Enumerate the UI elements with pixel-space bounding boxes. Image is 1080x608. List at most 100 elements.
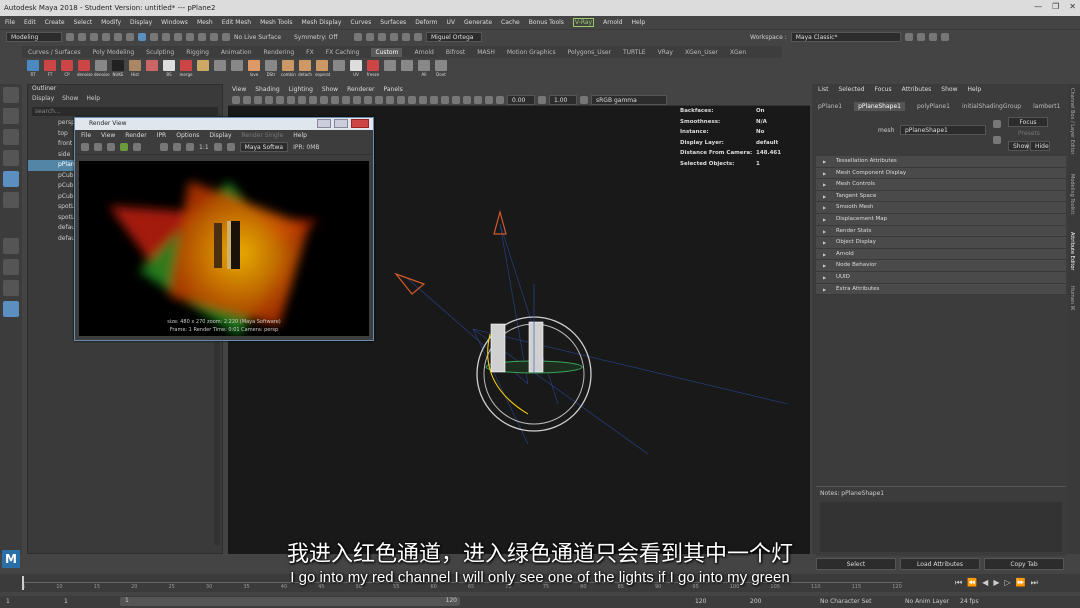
play-ipr-icon[interactable]	[402, 33, 410, 41]
menu-file[interactable]: File	[5, 19, 15, 26]
ipr-render-icon[interactable]	[366, 33, 374, 41]
ae-output-icon[interactable]	[993, 136, 1001, 144]
paint-select-icon[interactable]	[3, 129, 19, 145]
film-gate-icon[interactable]	[287, 95, 295, 104]
render-view-window[interactable]: Render View File View Render IPR Options…	[74, 117, 374, 341]
ae-tab[interactable]: pPlane1	[818, 103, 842, 110]
outliner-menu-display[interactable]: Display	[32, 95, 54, 105]
menu-curves[interactable]: Curves	[350, 19, 371, 26]
menu-create[interactable]: Create	[45, 19, 65, 26]
rv-menu-ipr[interactable]: IPR	[157, 132, 167, 139]
ae-menu-attributes[interactable]: Attributes	[902, 86, 932, 93]
ae-tab[interactable]: polyPlane1	[917, 103, 950, 110]
shelf-tool[interactable]	[230, 60, 244, 72]
pause-ipr-icon[interactable]	[414, 33, 422, 41]
menu-edit-mesh[interactable]: Edit Mesh	[222, 19, 251, 26]
gate-mask-icon[interactable]	[309, 95, 317, 104]
ae-section[interactable]: Mesh Component Display	[816, 167, 1066, 180]
menu-select[interactable]: Select	[74, 19, 93, 26]
menu-display[interactable]: Display	[130, 19, 152, 26]
grid-icon[interactable]	[276, 95, 284, 104]
color-management-icon[interactable]	[580, 95, 588, 104]
camera-icon[interactable]	[232, 95, 240, 104]
vp-menu-lighting[interactable]: Lighting	[289, 86, 313, 93]
menu-help[interactable]: Help	[632, 19, 646, 26]
ae-section[interactable]: Mesh Controls	[816, 179, 1066, 191]
textured-icon[interactable]	[375, 95, 383, 104]
region-icon[interactable]	[213, 143, 222, 151]
menu-modify[interactable]: Modify	[101, 19, 121, 26]
rv-menu-render[interactable]: Render	[125, 132, 146, 139]
shelf-tool[interactable]	[213, 60, 227, 72]
ae-menu-list[interactable]: List	[818, 86, 829, 93]
shelf-tab[interactable]: Sculpting	[146, 49, 174, 56]
snap-curve-icon[interactable]	[174, 33, 182, 41]
redo-render-icon[interactable]	[81, 143, 89, 151]
vp-menu-view[interactable]: View	[232, 86, 246, 93]
save-scene-icon[interactable]	[90, 33, 98, 41]
display-alpha-icon[interactable]	[173, 143, 181, 151]
hypershade-icon[interactable]	[390, 33, 398, 41]
shelf-tool[interactable]: freeze	[366, 60, 380, 77]
depth-of-field-icon[interactable]	[441, 95, 449, 104]
maximize-button[interactable]: ❐	[1052, 2, 1059, 11]
gamma-icon[interactable]	[538, 95, 546, 104]
ae-section[interactable]: UUID	[816, 271, 1066, 284]
single-view-icon[interactable]	[3, 238, 19, 254]
rv-menu-options[interactable]: Options	[176, 132, 199, 139]
move-tool-icon[interactable]	[3, 150, 19, 166]
menu-mesh[interactable]: Mesh	[197, 19, 213, 26]
ae-tab-active[interactable]: pPlaneShape1	[854, 101, 905, 111]
snap-view-icon[interactable]	[198, 33, 206, 41]
shadows-icon[interactable]	[397, 95, 405, 104]
shelf-tool[interactable]: All	[417, 60, 431, 77]
undo-icon[interactable]	[102, 33, 110, 41]
shelf-tool[interactable]: UV	[349, 60, 363, 77]
ambient-occlusion-icon[interactable]	[408, 95, 416, 104]
live-surface-label[interactable]: No Live Surface	[234, 34, 290, 41]
display-rgb-icon[interactable]	[160, 143, 168, 151]
snap-surface-icon[interactable]	[210, 33, 218, 41]
color-space-dropdown[interactable]: sRGB gamma	[591, 94, 667, 105]
playback-start-field[interactable]: 1	[64, 598, 68, 605]
rv-maximize-button[interactable]	[334, 119, 348, 128]
exposure-field[interactable]: 0.00	[507, 94, 535, 105]
shelf-tool[interactable]: DStr	[264, 60, 278, 77]
channel-toggle-icon[interactable]	[120, 143, 128, 151]
scale-tool-icon[interactable]	[3, 192, 19, 208]
attribute-editor-icon[interactable]	[916, 33, 925, 41]
outliner-menu-help[interactable]: Help	[86, 95, 100, 105]
vp-menu-panels[interactable]: Panels	[383, 86, 402, 93]
shelf-tab[interactable]: Arnold	[414, 49, 433, 56]
shelf-tab[interactable]: Rendering	[264, 49, 295, 56]
shelf-tool[interactable]	[145, 60, 159, 72]
range-bar[interactable]: 1 120	[120, 597, 460, 606]
ae-show-button[interactable]: Show	[1008, 141, 1029, 151]
isolate-select-icon[interactable]	[452, 95, 460, 104]
shelf-tab[interactable]: XGen_User	[685, 49, 718, 56]
bookmark-icon[interactable]	[254, 95, 262, 104]
resolution-gate-icon[interactable]	[298, 95, 306, 104]
ae-section[interactable]: Arnold	[816, 248, 1066, 261]
mode-dropdown[interactable]: Modeling	[6, 32, 62, 42]
snap-point-icon[interactable]	[186, 33, 194, 41]
vp-menu-show[interactable]: Show	[322, 86, 338, 93]
ae-hide-button[interactable]: Hide	[1030, 141, 1050, 151]
shelf-tool[interactable]	[196, 60, 210, 72]
snapshot-icon[interactable]	[133, 143, 141, 151]
rotate-tool-icon[interactable]	[3, 171, 19, 187]
gamma-field[interactable]: 1.00	[549, 94, 577, 105]
rv-menu-file[interactable]: File	[81, 132, 91, 139]
shelf-tool[interactable]	[332, 60, 346, 72]
open-scene-icon[interactable]	[78, 33, 86, 41]
wireframe-on-shaded-icon[interactable]	[364, 95, 372, 104]
shelf-tab[interactable]: FX Caching	[326, 49, 360, 56]
shelf-tab[interactable]: FX	[306, 49, 314, 56]
four-view-icon[interactable]	[3, 259, 19, 275]
shelf-tool[interactable]: Hist	[128, 60, 142, 77]
shelf-tab[interactable]: Rigging	[186, 49, 209, 56]
live-surface-icon[interactable]	[222, 33, 230, 41]
renderer-dropdown[interactable]: Maya Softwa	[239, 142, 289, 152]
rv-minimize-button[interactable]	[317, 119, 331, 128]
shelf-tool[interactable]: FT	[43, 60, 57, 77]
